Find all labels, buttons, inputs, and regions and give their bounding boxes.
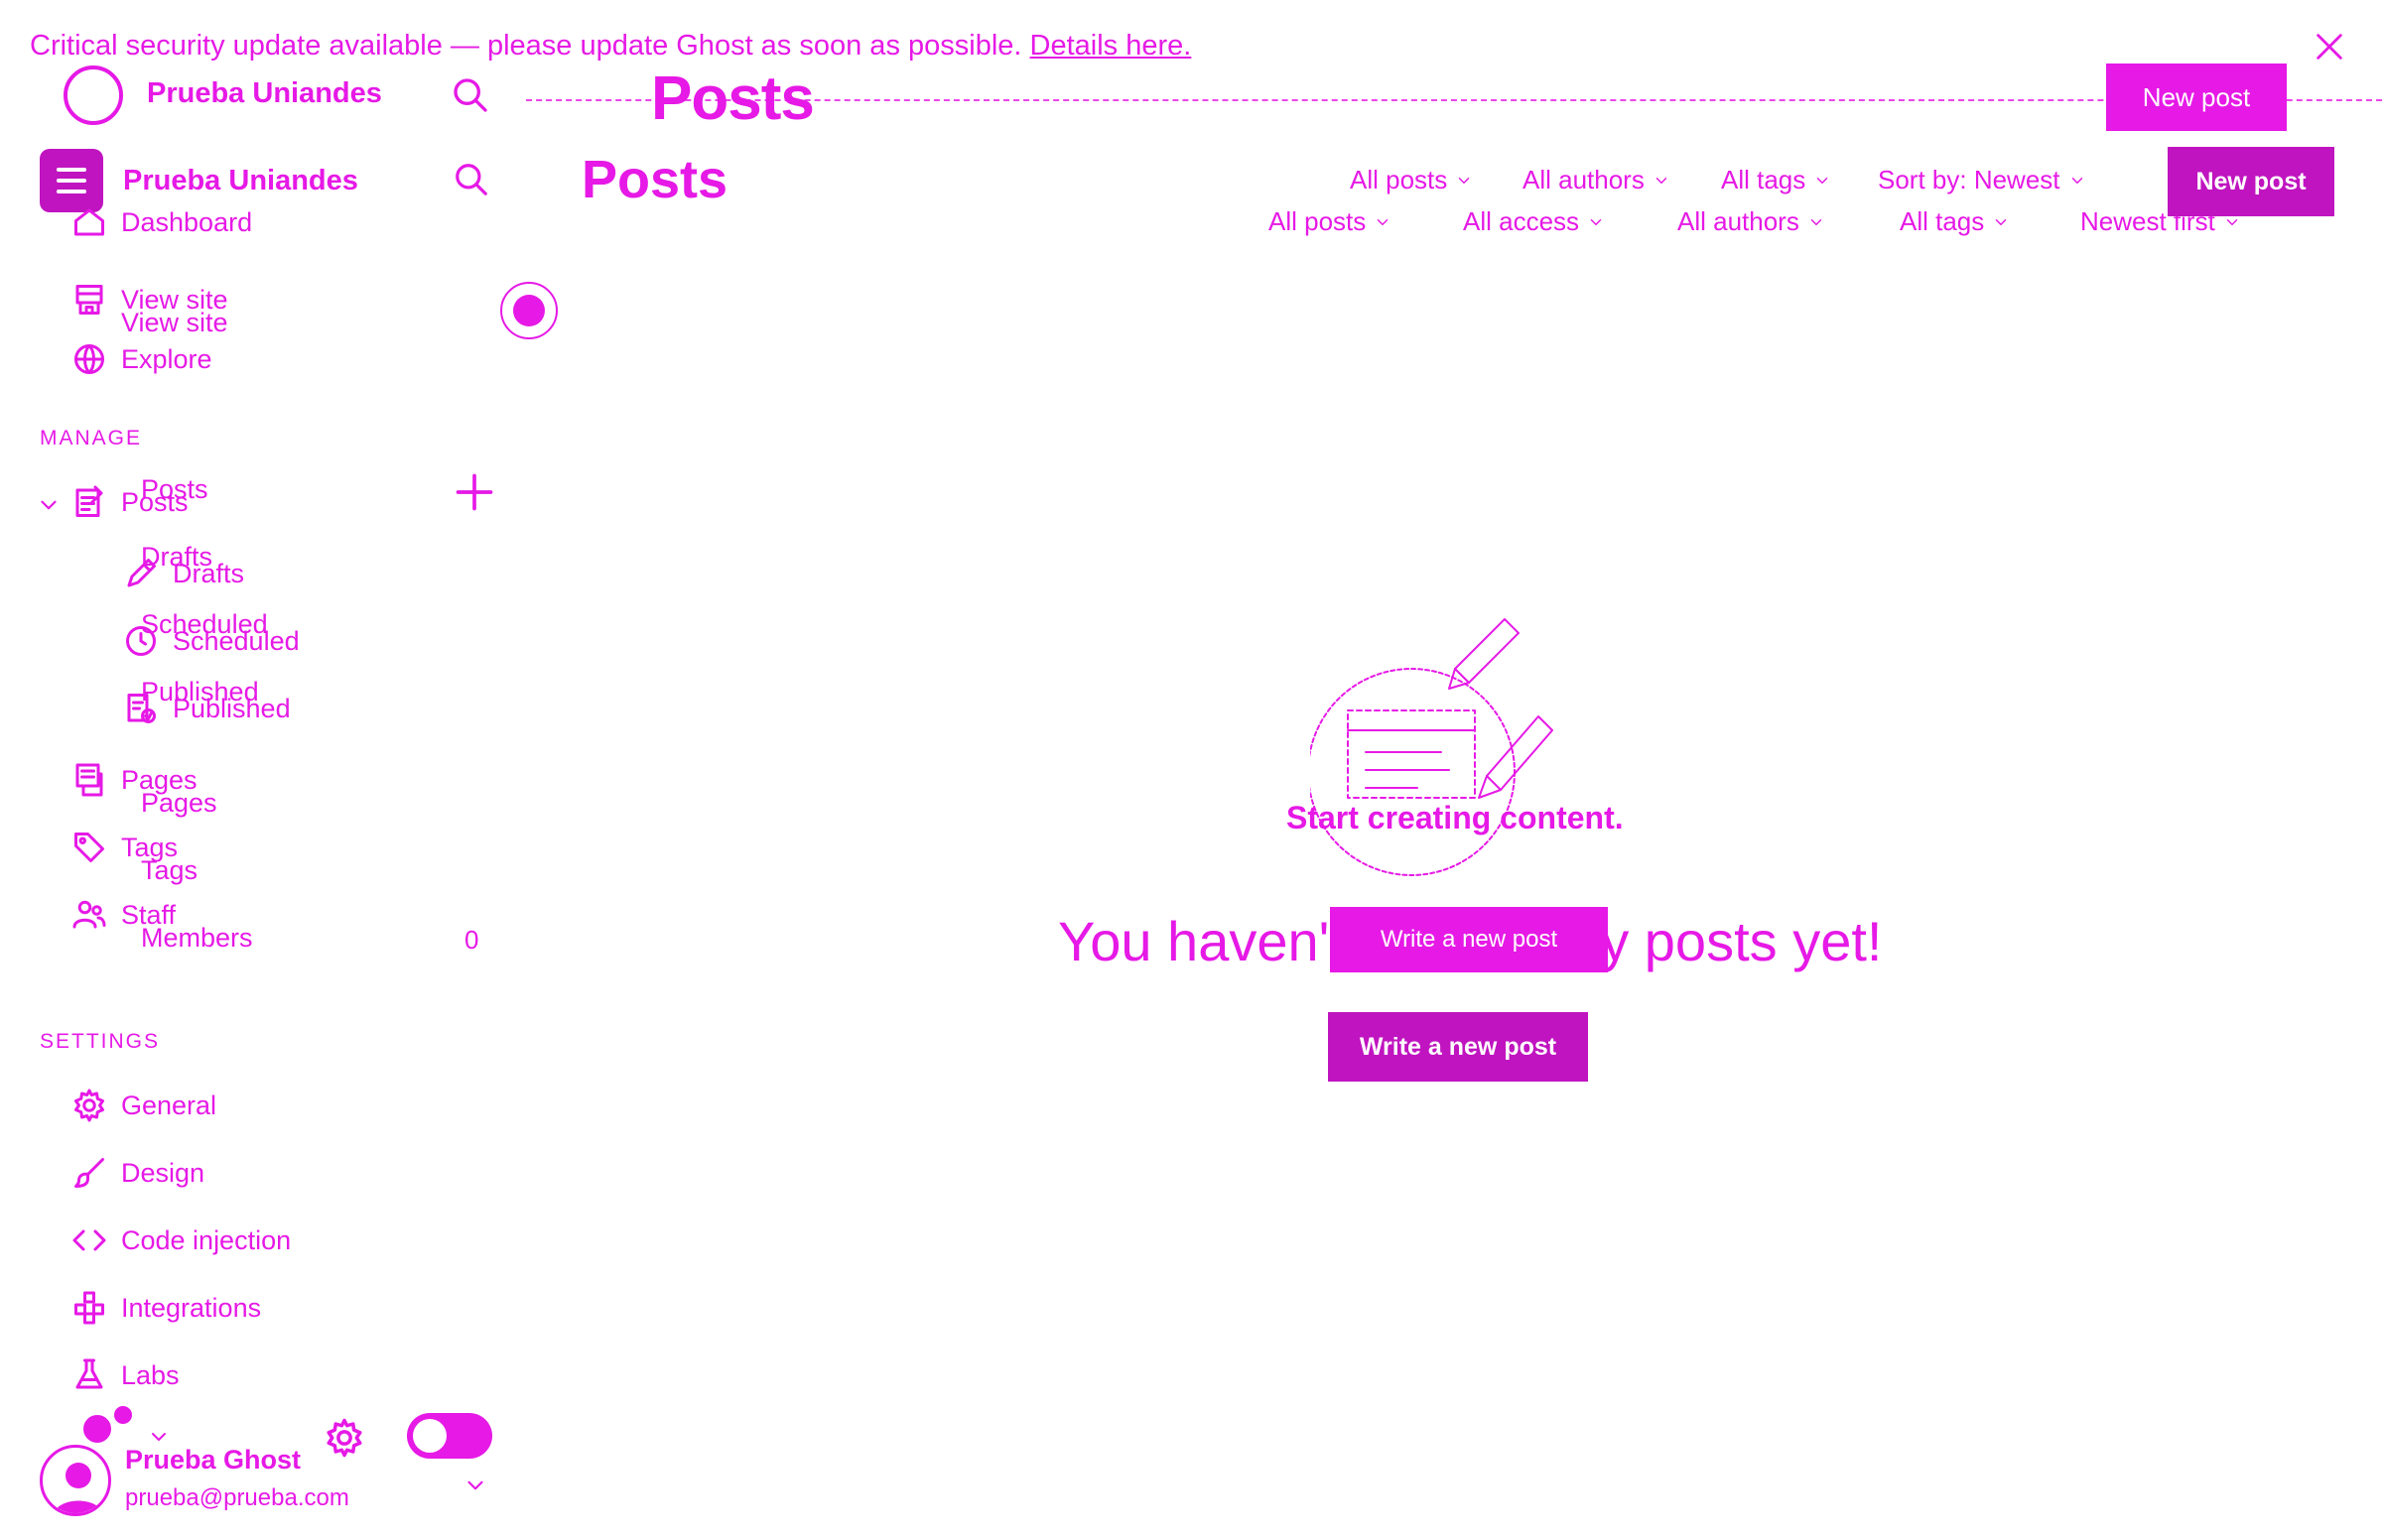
code-icon [71,1222,107,1258]
chevron-down-icon [2068,172,2086,190]
chevron-down-icon [1455,172,1473,190]
sidebar-item-staff[interactable]: Staff [71,897,176,933]
filter2-all-authors[interactable]: All authors [1677,206,1825,237]
chevron-down-icon [1992,213,2010,231]
settings-section-label: SETTINGS [40,1030,161,1053]
sidebar-item-posts[interactable]: Posts [71,484,189,520]
sidebar-item-label: Tags [121,832,179,862]
tag-icon [71,830,107,865]
view-site-indicator[interactable] [500,282,558,339]
manage-section-label: MANAGE [40,427,143,449]
sidebar-item-label: Drafts [173,558,245,588]
brush-icon [71,1155,107,1191]
filter2-all-posts[interactable]: All posts [1268,206,1391,237]
chevron-down-icon [1807,213,1825,231]
sidebar-item-label: View site [121,284,228,315]
site-name: Prueba Uniandes [123,165,358,196]
security-banner: Critical security update available — ple… [30,30,1191,63]
sidebar-item-label: Design [121,1157,205,1188]
posts-icon [71,484,107,520]
chevron-down-icon [1587,213,1605,231]
sidebar-item-label: Labs [121,1359,180,1390]
filter-all-tags[interactable]: All tags [1721,165,1831,195]
sidebar-item-label: Code injection [121,1224,292,1255]
globe-icon [71,341,107,377]
filter-all-authors[interactable]: All authors [1522,165,1670,195]
sidebar-item-general[interactable]: General [71,1088,216,1123]
sidebar-item-label: Integrations [121,1292,262,1323]
empty-posts-illustration [1307,605,1608,893]
home-icon [71,204,107,240]
sidebar-item-scheduled[interactable]: Scheduled [123,623,300,659]
ghost-empty-message: Start creating content. [1286,800,1624,835]
sidebar-item-design[interactable]: Design [71,1155,204,1191]
filter-label: All authors [1677,206,1799,236]
filter2-all-tags[interactable]: All tags [1900,206,2010,237]
dark-mode-toggle[interactable] [407,1413,492,1459]
filter-sort[interactable]: Sort by: Newest [1878,165,2086,195]
clock-icon [123,623,159,659]
banner-message: Critical security update available — ple… [30,30,1022,62]
ghost-site-name: Prueba Uniandes [147,77,382,109]
chevron-down-icon[interactable] [36,492,62,518]
ghost-write-post-button: Write a new post [1330,907,1608,972]
pages-icon [71,762,107,798]
sidebar-item-label: Pages [121,764,198,795]
ghost-page-title: Posts [651,64,815,133]
filter-label: All posts [1350,165,1448,194]
banner-details-link[interactable]: Details here. [1030,30,1192,62]
search-icon[interactable] [453,161,490,198]
sidebar-item-label: Explore [121,343,212,374]
user-email: prueba@prueba.com [125,1484,349,1511]
sidebar-item-drafts[interactable]: Drafts [123,556,244,591]
sidebar-item-pages[interactable]: Pages [71,762,198,798]
filter-label: All tags [1900,206,1985,236]
sidebar-item-code-injection[interactable]: Code injection [71,1222,291,1258]
chevron-down-icon [1374,213,1391,231]
chevron-down-icon [1653,172,1670,190]
avatar[interactable] [40,1445,111,1516]
page-title: Posts [582,150,728,209]
filter-label: All access [1463,206,1580,236]
sidebar-item-label: Staff [121,899,177,930]
filter2-all-access[interactable]: All access [1463,206,1605,237]
filter-label: All authors [1522,165,1645,194]
gear-icon[interactable] [324,1417,365,1459]
sidebar-item-label: Posts [121,486,189,517]
new-post-button[interactable]: New post [2168,147,2334,216]
sidebar-item-dashboard[interactable]: Dashboard [71,204,252,240]
sidebar-item-label: Scheduled [173,625,300,656]
filter-all-posts[interactable]: All posts [1350,165,1473,195]
sidebar-item-view-site[interactable]: View site [71,282,228,318]
add-post-icon[interactable] [453,470,496,514]
chevron-down-icon [1813,172,1831,190]
filter-label: Sort by: Newest [1878,165,2060,194]
integrations-icon [71,1290,107,1326]
members-count: 0 [464,925,479,955]
flask-icon [71,1357,107,1393]
close-icon[interactable] [2313,30,2346,64]
sidebar-item-label: Published [173,693,291,723]
published-icon [123,691,159,726]
sidebar-item-labs[interactable]: Labs [71,1357,180,1393]
pencil-icon [123,556,159,591]
filter-label: All tags [1721,165,1806,194]
filter-label: All posts [1268,206,1367,236]
user-name: Prueba Ghost [125,1445,302,1475]
sidebar-item-label: General [121,1090,217,1120]
sidebar-item-explore[interactable]: Explore [71,341,212,377]
sidebar-item-tags[interactable]: Tags [71,830,178,865]
members-icon [71,897,107,933]
site-logo[interactable] [40,149,103,212]
sidebar-item-label: Dashboard [121,206,253,237]
ghost-new-post-button: New post [2106,64,2287,131]
write-new-post-button[interactable]: Write a new post [1328,1012,1588,1082]
chevron-down-icon[interactable] [463,1473,488,1498]
storefront-icon [71,282,107,318]
sidebar-item-published[interactable]: Published [123,691,291,726]
ghost-search-icon [451,75,490,115]
ghost-site-icon [64,65,123,125]
gear-icon [71,1088,107,1123]
sidebar-item-integrations[interactable]: Integrations [71,1290,261,1326]
